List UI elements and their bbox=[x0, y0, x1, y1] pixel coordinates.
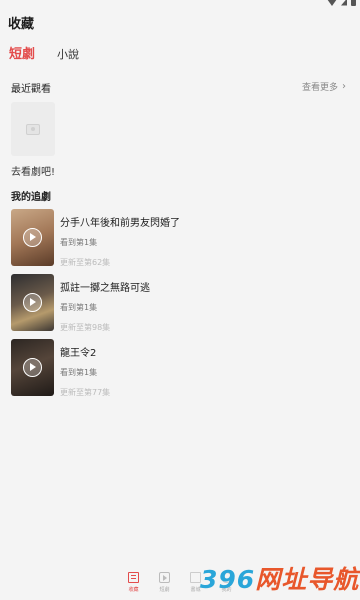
recent-placeholder-label[interactable]: 去看劇吧! bbox=[11, 163, 55, 178]
short-drama-icon bbox=[159, 572, 170, 583]
favorites-icon bbox=[128, 572, 139, 583]
following-heading: 我的追劇 bbox=[11, 192, 51, 203]
recent-heading: 最近觀看 bbox=[11, 84, 51, 95]
chevron-right-icon: › bbox=[342, 81, 346, 92]
show-title: 分手八年後和前男友閃婚了 bbox=[60, 218, 180, 229]
watermark-text: 网址导航 bbox=[255, 565, 360, 594]
show-update-status: 更新至第77集 bbox=[60, 388, 111, 397]
play-icon bbox=[23, 293, 42, 312]
status-bar bbox=[0, 0, 360, 8]
signal-icon bbox=[341, 0, 347, 6]
list-item[interactable]: 分手八年後和前男友閃婚了 看到第1集 更新至第62集 bbox=[11, 209, 351, 274]
show-title: 孤註一擲之無路可逃 bbox=[60, 283, 150, 294]
battery-icon bbox=[351, 0, 356, 6]
show-thumbnail[interactable] bbox=[11, 339, 54, 396]
list-item[interactable]: 孤註一擲之無路可逃 看到第1集 更新至第98集 bbox=[11, 274, 351, 339]
show-update-status: 更新至第62集 bbox=[60, 258, 111, 267]
nav-label: 書城 bbox=[190, 587, 201, 593]
view-more-link[interactable]: 查看更多 › bbox=[302, 80, 346, 93]
tab-novel[interactable]: 小說 bbox=[57, 46, 79, 62]
following-list: 分手八年後和前男友閃婚了 看到第1集 更新至第62集 孤註一擲之無路可逃 看到第… bbox=[11, 209, 351, 404]
play-icon bbox=[23, 228, 42, 247]
show-thumbnail[interactable] bbox=[11, 209, 54, 266]
play-icon bbox=[23, 358, 42, 377]
view-more-label: 查看更多 bbox=[301, 83, 338, 93]
site-watermark: 396网址导航 bbox=[200, 560, 359, 596]
show-thumbnail[interactable] bbox=[11, 274, 54, 331]
list-item[interactable]: 龍王令2 看到第1集 更新至第77集 bbox=[11, 339, 351, 404]
show-title: 龍王令2 bbox=[60, 348, 97, 359]
tab-short-drama[interactable]: 短劇 bbox=[9, 43, 35, 62]
show-progress: 看到第1集 bbox=[60, 368, 98, 377]
page-title: 收藏 bbox=[8, 17, 35, 32]
show-progress: 看到第1集 bbox=[60, 238, 98, 247]
nav-label: 收藏 bbox=[128, 587, 139, 593]
show-progress: 看到第1集 bbox=[60, 303, 98, 312]
category-tabs: 短劇 小說 bbox=[9, 43, 101, 62]
show-update-status: 更新至第98集 bbox=[60, 323, 111, 332]
wifi-icon bbox=[327, 0, 337, 6]
nav-short-drama[interactable]: 短劇 bbox=[156, 572, 173, 600]
nav-favorites[interactable]: 收藏 bbox=[125, 572, 142, 600]
nav-label: 短劇 bbox=[159, 587, 170, 593]
image-placeholder-icon bbox=[26, 123, 40, 135]
watermark-digits: 396 bbox=[200, 565, 256, 594]
recent-placeholder-card[interactable] bbox=[11, 102, 55, 156]
